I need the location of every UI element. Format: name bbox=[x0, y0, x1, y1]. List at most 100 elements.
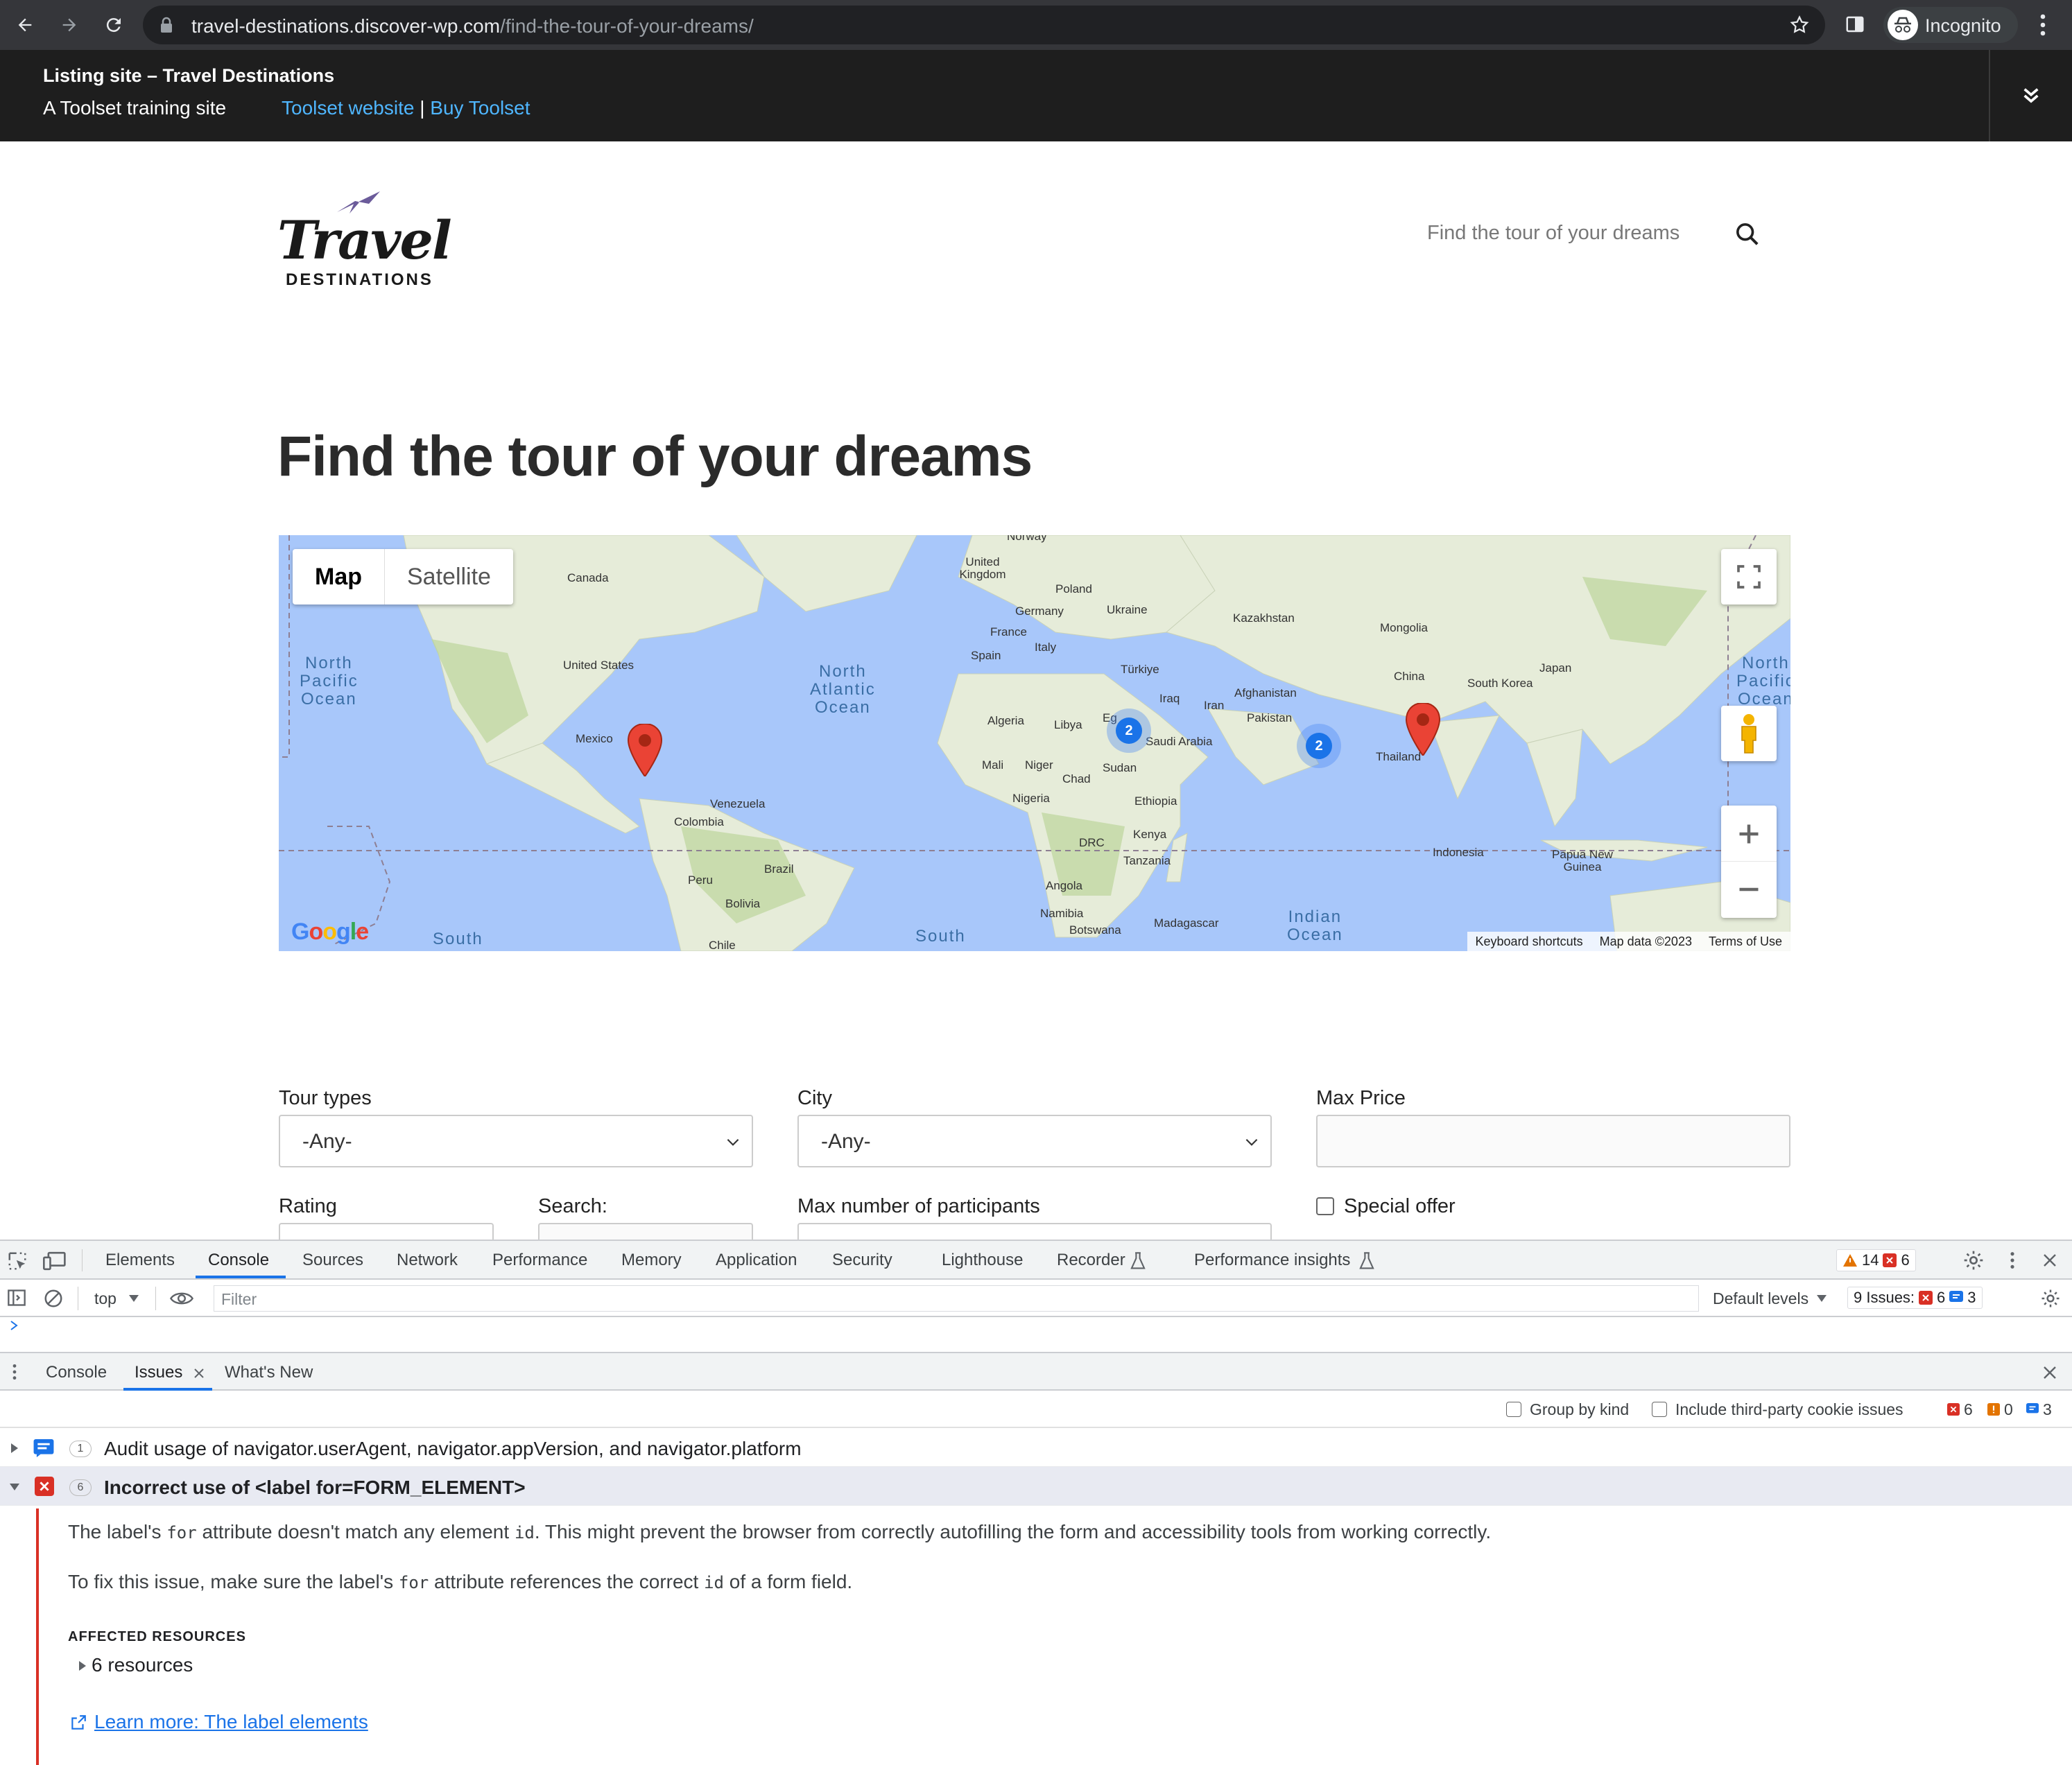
map-label: Sudan bbox=[1103, 761, 1137, 774]
tab-performance-insights[interactable]: Performance insights bbox=[1194, 1251, 1350, 1270]
zoom-out-button[interactable] bbox=[1721, 862, 1777, 917]
clear-console-icon[interactable] bbox=[43, 1288, 64, 1309]
resources-toggle[interactable]: 6 resources bbox=[92, 1654, 193, 1676]
street-view-button[interactable] bbox=[1721, 706, 1777, 761]
group-by-kind-checkbox[interactable] bbox=[1506, 1402, 1521, 1417]
close-drawer-icon[interactable] bbox=[2041, 1364, 2058, 1381]
max-price-input[interactable] bbox=[1316, 1115, 1790, 1167]
error-total: 6 bbox=[1964, 1400, 1973, 1418]
keyboard-shortcuts-link[interactable]: Keyboard shortcuts bbox=[1476, 934, 1583, 949]
map-marker-thailand[interactable] bbox=[1405, 703, 1441, 756]
map-label: Chile bbox=[709, 939, 736, 951]
map-label: Pakistan bbox=[1247, 711, 1293, 724]
map-type-satellite-button[interactable]: Satellite bbox=[385, 549, 513, 605]
map-label: Ethiopia bbox=[1134, 794, 1177, 808]
warnings-counter[interactable]: 14 6 bbox=[1836, 1249, 1916, 1271]
collapse-arrow-icon bbox=[10, 1484, 19, 1490]
site-title[interactable]: Listing site – Travel Destinations bbox=[43, 65, 334, 87]
map-label: Ukraine bbox=[1107, 603, 1148, 616]
tour-types-select[interactable]: -Any- bbox=[279, 1115, 753, 1167]
issues-counter-button[interactable]: 9 Issues: 6 3 bbox=[1847, 1287, 1983, 1309]
third-party-cookie-checkbox[interactable] bbox=[1652, 1402, 1667, 1417]
address-bar[interactable]: travel-destinations.discover-wp.com/find… bbox=[143, 6, 1825, 44]
zoom-in-button[interactable] bbox=[1721, 806, 1777, 862]
side-panel-icon[interactable] bbox=[1845, 14, 1865, 35]
incognito-badge[interactable]: Incognito bbox=[1883, 7, 2018, 43]
close-tab-icon[interactable] bbox=[193, 1367, 205, 1380]
map-marker-mexico[interactable] bbox=[627, 724, 663, 776]
error-icon bbox=[1919, 1291, 1933, 1305]
search-icon[interactable] bbox=[1734, 220, 1761, 248]
tab-elements[interactable]: Elements bbox=[105, 1251, 175, 1270]
issue-title: Incorrect use of <label for=FORM_ELEMENT… bbox=[104, 1477, 526, 1498]
special-offer-checkbox[interactable] bbox=[1316, 1197, 1334, 1215]
map-label: Kenya bbox=[1133, 828, 1167, 841]
error-icon bbox=[1883, 1253, 1897, 1267]
default-levels-dropdown[interactable]: Default levels bbox=[1713, 1289, 1808, 1308]
header-search-input[interactable]: Find the tour of your dreams bbox=[1427, 222, 1680, 245]
warning-total: 0 bbox=[2004, 1400, 2013, 1418]
expand-arrow-icon[interactable] bbox=[79, 1661, 86, 1671]
map-label: Niger bbox=[1025, 758, 1053, 772]
issue-row-label-for[interactable]: 6 Incorrect use of <label for=FORM_ELEME… bbox=[0, 1467, 2072, 1506]
logo-wordmark: Travel bbox=[277, 209, 452, 271]
city-select[interactable]: -Any- bbox=[797, 1115, 1272, 1167]
gear-icon[interactable] bbox=[1962, 1249, 1985, 1271]
map-label: Mexico bbox=[576, 732, 613, 745]
topbar-collapse-button[interactable] bbox=[1989, 50, 2072, 141]
console-filter-input[interactable]: Filter bbox=[214, 1285, 1699, 1312]
tab-console[interactable]: Console bbox=[208, 1251, 269, 1270]
drawer-tab-bar: Console Issues What's New bbox=[0, 1352, 2072, 1391]
drawer-tab-console[interactable]: Console bbox=[46, 1363, 107, 1382]
issue-count-badge: 6 bbox=[69, 1479, 92, 1496]
buy-toolset-link[interactable]: Buy Toolset bbox=[430, 97, 530, 119]
site-logo[interactable]: Travel DESTINATIONS bbox=[277, 189, 452, 293]
tab-recorder[interactable]: Recorder bbox=[1057, 1251, 1125, 1270]
reload-icon bbox=[106, 18, 121, 33]
tab-memory[interactable]: Memory bbox=[621, 1251, 682, 1270]
map-label: Chad bbox=[1062, 772, 1091, 785]
toolset-website-link[interactable]: Toolset website bbox=[282, 97, 414, 119]
inspect-element-icon[interactable] bbox=[7, 1251, 28, 1271]
device-toggle-icon[interactable] bbox=[43, 1251, 67, 1271]
issue-row-useragent[interactable]: 1 Audit usage of navigator.userAgent, na… bbox=[0, 1428, 2072, 1467]
context-selector[interactable]: top bbox=[94, 1289, 116, 1308]
drawer-tab-whats-new[interactable]: What's New bbox=[225, 1363, 313, 1382]
zoom-control bbox=[1721, 806, 1777, 918]
back-button[interactable] bbox=[10, 10, 40, 40]
map-label: Afghanistan bbox=[1234, 686, 1297, 699]
info-total: 3 bbox=[2043, 1400, 2052, 1418]
fullscreen-button[interactable] bbox=[1721, 549, 1777, 605]
map-cluster-marker[interactable]: 2 bbox=[1107, 708, 1151, 753]
eye-icon[interactable] bbox=[169, 1289, 194, 1307]
forward-button[interactable] bbox=[54, 10, 85, 40]
map-label: Brazil bbox=[764, 862, 794, 876]
kebab-menu-icon[interactable] bbox=[2008, 1251, 2017, 1270]
rating-label: Rating bbox=[279, 1195, 337, 1217]
external-link-icon bbox=[71, 1715, 86, 1730]
reload-button[interactable] bbox=[98, 10, 129, 40]
console-prompt-icon bbox=[10, 1321, 18, 1330]
tab-sources[interactable]: Sources bbox=[302, 1251, 363, 1270]
tours-map[interactable]: North Pacific Ocean North Atlantic Ocean Nor… bbox=[279, 535, 1790, 951]
tab-security[interactable]: Security bbox=[832, 1251, 892, 1270]
map-label: Colombia bbox=[674, 815, 724, 828]
tab-performance[interactable]: Performance bbox=[492, 1251, 587, 1270]
close-icon[interactable] bbox=[2041, 1252, 2058, 1269]
drawer-menu-icon[interactable] bbox=[11, 1363, 18, 1381]
terms-of-use-link[interactable]: Terms of Use bbox=[1709, 934, 1782, 949]
tab-network[interactable]: Network bbox=[397, 1251, 458, 1270]
map-type-map-button[interactable]: Map bbox=[293, 549, 385, 605]
sidebar-toggle-icon[interactable] bbox=[7, 1288, 26, 1307]
star-icon[interactable] bbox=[1789, 15, 1810, 35]
lock-icon bbox=[161, 17, 172, 33]
tab-lighthouse[interactable]: Lighthouse bbox=[942, 1251, 1023, 1270]
learn-more-link[interactable]: Learn more: The label elements bbox=[94, 1711, 368, 1733]
map-cluster-marker[interactable]: 2 bbox=[1297, 724, 1341, 768]
gear-icon[interactable] bbox=[2040, 1288, 2061, 1309]
drawer-tab-issues[interactable]: Issues bbox=[135, 1363, 182, 1382]
google-logo[interactable]: Google bbox=[291, 919, 369, 946]
kebab-menu-icon[interactable] bbox=[2037, 12, 2048, 37]
tab-application[interactable]: Application bbox=[716, 1251, 797, 1270]
map-label: Nigeria bbox=[1012, 792, 1050, 805]
